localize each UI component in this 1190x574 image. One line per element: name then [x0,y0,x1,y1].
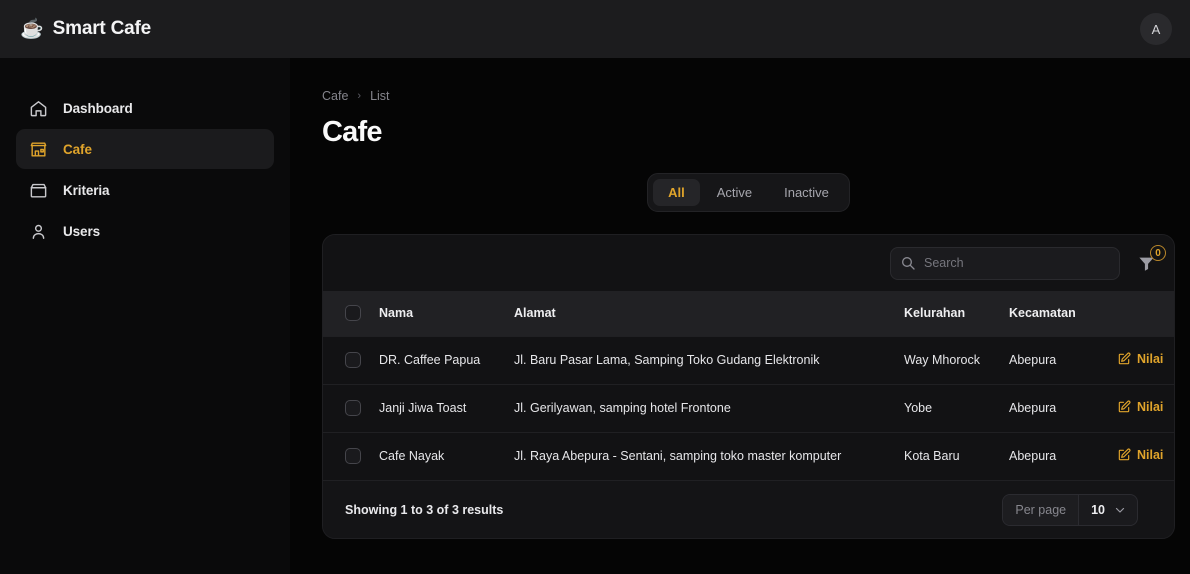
breadcrumb-parent[interactable]: Cafe [322,89,348,103]
cell-actions: Nilai [1117,432,1174,480]
cell-kecamatan: Abepura [1009,449,1057,464]
card-toolbar: 0 [323,235,1174,291]
cell-nama: Cafe Nayak [379,449,445,464]
column-header-nama[interactable]: Nama [379,291,514,336]
tabs-container: All Active Inactive [322,173,1175,212]
cell-kelurahan: Way Mhorock [904,353,980,367]
row-checkbox[interactable] [345,448,361,465]
tab-group: All Active Inactive [647,173,850,212]
breadcrumb: Cafe › List [322,88,1175,104]
filter-button[interactable]: 0 [1134,245,1166,276]
brand-name: Smart Cafe [52,18,152,39]
sidebar-item-kriteria[interactable]: Kriteria [16,170,274,210]
top-bar: ☕ Smart Cafe A [0,0,1190,58]
row-select-cell [323,384,379,432]
box-icon [29,181,48,200]
avatar[interactable]: A [1140,13,1172,45]
user-icon [29,222,48,241]
main-content: Cafe › List Cafe All Active Inactive Sea… [290,58,1190,574]
chevron-down-icon [1114,504,1126,516]
cell-alamat: Jl. Gerilyawan, samping hotel Frontone [514,401,731,415]
nilai-label: Nilai [1137,447,1164,462]
cell-actions: Nilai [1117,336,1174,384]
cell-nama: DR. Caffee Papua [379,353,481,367]
row-select-cell [323,432,379,480]
table-row[interactable]: Cafe Nayak Jl. Raya Abepura - Sentani, s… [323,432,1174,480]
per-page-value: 10 [1091,502,1105,517]
sidebar-item-cafe[interactable]: Cafe [16,129,274,169]
select-all-checkbox[interactable] [345,305,361,322]
nilai-label: Nilai [1137,399,1164,414]
breadcrumb-current[interactable]: List [370,89,389,103]
search-box [890,246,1120,280]
cell-kelurahan: Yobe [904,401,933,415]
table-row[interactable]: Janji Jiwa Toast Jl. Gerilyawan, samping… [323,384,1174,432]
sidebar-item-label: Dashboard [63,100,133,116]
chevron-right-icon: › [357,90,362,102]
sidebar-item-users[interactable]: Users [16,211,274,251]
filter-badge: 0 [1150,245,1166,261]
cell-actions: Nilai [1117,384,1174,432]
cell-kecamatan: Abepura [1009,353,1057,367]
column-header-kecamatan[interactable]: Kecamatan [1009,291,1117,336]
select-all-header [323,291,379,336]
cell-kelurahan: Kota Baru [904,449,960,464]
tab-inactive[interactable]: Inactive [769,179,844,206]
nilai-button[interactable]: Nilai [1117,400,1163,414]
column-header-actions [1117,291,1174,336]
per-page-label: Per page [1003,494,1079,525]
table-header-row: Nama Alamat Kelurahan Kecamatan [323,291,1174,336]
nilai-label: Nilai [1137,351,1164,366]
page-title: Cafe [322,116,382,148]
app-root: ☕ Smart Cafe A Dashboard Cafe Kriteria U… [0,0,1190,574]
cell-nama: Janji Jiwa Toast [379,401,467,415]
nilai-button[interactable]: Nilai [1117,448,1163,462]
row-select-cell [323,336,379,384]
tab-all[interactable]: All [653,179,700,206]
column-header-alamat[interactable]: Alamat [514,291,904,336]
edit-square-pen-icon [1117,400,1131,414]
results-count: Showing 1 to 3 of 3 results [345,502,504,517]
store-icon [29,140,48,159]
table-row[interactable]: DR. Caffee Papua Jl. Baru Pasar Lama, Sa… [323,336,1174,384]
home-icon [29,99,48,118]
edit-square-pen-icon [1117,448,1131,462]
row-checkbox[interactable] [345,400,361,416]
row-checkbox[interactable] [345,352,361,368]
sidebar-item-label: Cafe [63,141,92,157]
cell-alamat: Jl. Baru Pasar Lama, Samping Toko Gudang… [514,353,820,367]
per-page-select[interactable]: 10 [1078,494,1137,525]
sidebar-item-label: Users [63,223,101,239]
sidebar-item-dashboard[interactable]: Dashboard [16,88,274,128]
tab-active[interactable]: Active [702,179,767,206]
cafe-table: Nama Alamat Kelurahan Kecamatan DR. Caff… [323,291,1174,480]
nilai-button[interactable]: Nilai [1117,352,1163,366]
brand[interactable]: ☕ Smart Cafe [20,18,151,40]
search-icon [900,255,916,271]
table-body: DR. Caffee Papua Jl. Baru Pasar Lama, Sa… [323,336,1174,480]
card-footer: Showing 1 to 3 of 3 results Per page 10 [323,480,1174,538]
edit-square-pen-icon [1117,352,1131,366]
search-input[interactable] [890,246,1120,280]
table-head: Nama Alamat Kelurahan Kecamatan [323,291,1174,336]
cell-alamat: Jl. Raya Abepura - Sentani, samping toko… [514,449,842,464]
sidebar: Dashboard Cafe Kriteria Users [0,58,290,574]
cell-kecamatan: Abepura [1009,401,1057,415]
per-page-control: Per page 10 [1002,493,1138,526]
cafe-list-card: 0 Nama Alamat Kelurahan Kecamatan [322,234,1175,539]
coffee-cup-icon: ☕ [20,18,44,40]
column-header-kelurahan[interactable]: Kelurahan [904,291,1009,336]
sidebar-item-label: Kriteria [63,182,110,198]
